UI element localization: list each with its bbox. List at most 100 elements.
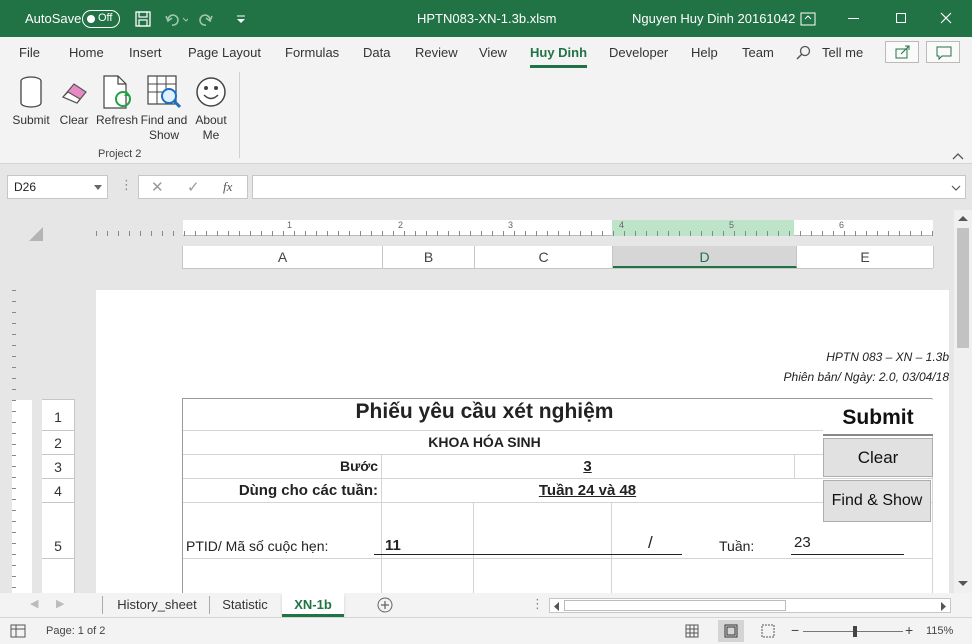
zoom-in-icon[interactable]: + bbox=[905, 622, 913, 638]
next-sheet-icon[interactable]: ▶ bbox=[56, 597, 64, 610]
weeks-label: Dùng cho các tuần: bbox=[238, 482, 378, 499]
vertical-scrollbar[interactable] bbox=[954, 210, 972, 593]
autosave-toggle[interactable]: Off bbox=[82, 10, 120, 28]
name-box[interactable]: D26 bbox=[7, 175, 108, 199]
ribbon-display-icon[interactable] bbox=[800, 11, 816, 27]
tell-me-search[interactable]: Tell me bbox=[822, 45, 863, 60]
tab-team[interactable]: Team bbox=[742, 45, 774, 60]
normal-view-icon[interactable] bbox=[685, 624, 699, 638]
scroll-left-icon[interactable] bbox=[553, 602, 560, 611]
row-header-5[interactable]: 5 bbox=[42, 503, 74, 559]
row-header-4[interactable]: 4 bbox=[42, 479, 74, 503]
add-sheet-icon[interactable] bbox=[377, 597, 393, 613]
comments-button[interactable] bbox=[926, 41, 960, 63]
horizontal-scrollbar[interactable] bbox=[549, 598, 951, 613]
department: KHOA HÓA SINH bbox=[428, 434, 541, 450]
zoom-level[interactable]: 115% bbox=[926, 625, 953, 637]
ribbon-find-show-button[interactable]: Find and Show bbox=[140, 74, 188, 143]
horizontal-scroll-thumb[interactable] bbox=[564, 600, 786, 611]
column-header-b[interactable]: B bbox=[383, 246, 475, 268]
customize-qat-icon[interactable] bbox=[236, 14, 246, 24]
chevron-down-icon[interactable] bbox=[94, 185, 102, 191]
redo-icon[interactable] bbox=[198, 11, 222, 27]
vertical-scroll-thumb[interactable] bbox=[957, 228, 969, 348]
ruler-ticks bbox=[96, 231, 933, 236]
ribbon-submit-button[interactable]: Submit bbox=[8, 74, 54, 128]
row-headers: 1 2 3 4 5 bbox=[42, 399, 75, 593]
week-value[interactable]: 23 bbox=[794, 534, 811, 551]
weeks-value[interactable]: Tuần 24 và 48 bbox=[381, 482, 794, 499]
column-header-c[interactable]: C bbox=[475, 246, 613, 268]
row-header-1[interactable]: 1 bbox=[42, 400, 74, 431]
ribbon-refresh-button[interactable]: Refresh bbox=[96, 74, 138, 128]
tab-split-dots[interactable]: ⋮ bbox=[531, 596, 544, 612]
save-icon[interactable] bbox=[135, 11, 151, 27]
ruler-number: 5 bbox=[729, 220, 735, 230]
page-layout-view-icon bbox=[724, 624, 738, 638]
zoom-slider-thumb[interactable] bbox=[853, 626, 857, 637]
minimize-icon[interactable] bbox=[848, 18, 859, 19]
tab-developer[interactable]: Developer bbox=[609, 45, 668, 60]
insert-function-icon[interactable]: fx bbox=[223, 179, 232, 195]
prev-sheet-icon[interactable]: ◀ bbox=[30, 597, 38, 610]
close-icon[interactable] bbox=[940, 12, 952, 24]
tab-review[interactable]: Review bbox=[415, 45, 458, 60]
zoom-out-icon[interactable]: − bbox=[791, 622, 799, 638]
ruler-number: 6 bbox=[839, 220, 845, 230]
collapse-ribbon-icon[interactable] bbox=[952, 152, 964, 160]
undo-icon[interactable] bbox=[164, 11, 188, 27]
scroll-up-icon[interactable] bbox=[958, 215, 968, 222]
page-indicator: Page: 1 of 2 bbox=[46, 625, 106, 637]
name-box-value: D26 bbox=[14, 180, 37, 194]
sheet-submit-button[interactable]: Submit bbox=[823, 400, 933, 436]
ptid-value[interactable]: 11 bbox=[385, 537, 401, 554]
ribbon-about-label-2: Me bbox=[202, 128, 220, 142]
confirm-icon[interactable]: ✓ bbox=[187, 178, 200, 196]
tab-insert[interactable]: Insert bbox=[129, 45, 162, 60]
tab-view[interactable]: View bbox=[479, 45, 507, 60]
tab-page-layout[interactable]: Page Layout bbox=[188, 45, 261, 60]
scroll-right-icon[interactable] bbox=[940, 602, 947, 611]
sheet-find-show-button[interactable]: Find & Show bbox=[823, 480, 931, 522]
tab-file[interactable]: File bbox=[19, 45, 40, 60]
column-header-d[interactable]: D bbox=[613, 246, 797, 268]
grid-line bbox=[611, 502, 612, 593]
tab-home[interactable]: Home bbox=[69, 45, 104, 60]
select-all-corner[interactable] bbox=[28, 226, 44, 242]
row-header-2[interactable]: 2 bbox=[42, 431, 74, 455]
tab-data[interactable]: Data bbox=[363, 45, 390, 60]
refresh-document-icon bbox=[103, 75, 131, 109]
version-date: Phiên bản/ Ngày: 2.0, 03/04/18 bbox=[783, 370, 949, 384]
step-value[interactable]: 3 bbox=[381, 458, 794, 475]
expand-formula-icon[interactable] bbox=[951, 185, 961, 191]
doc-code: HPTN 083 – XN – 1.3b bbox=[826, 350, 949, 364]
cancel-icon[interactable]: ✕ bbox=[151, 178, 164, 196]
sheet-clear-button[interactable]: Clear bbox=[823, 438, 933, 477]
share-button[interactable] bbox=[885, 41, 919, 63]
ruler-number: 1 bbox=[287, 220, 293, 230]
ribbon-submit-label: Submit bbox=[12, 113, 50, 127]
page-break-view-icon[interactable] bbox=[761, 624, 775, 638]
scroll-down-icon[interactable] bbox=[958, 580, 968, 587]
sheet-tab-history[interactable]: History_sheet bbox=[106, 593, 208, 617]
ribbon-about-button[interactable]: About Me bbox=[190, 74, 232, 143]
sheet-tab-xn1b[interactable]: XN-1b bbox=[282, 593, 344, 617]
lightbulb-search-icon[interactable] bbox=[796, 45, 811, 60]
maximize-icon[interactable] bbox=[896, 13, 906, 23]
formula-input[interactable] bbox=[252, 175, 966, 199]
page-layout-view-button[interactable] bbox=[718, 620, 744, 642]
column-header-e[interactable]: E bbox=[797, 246, 934, 268]
row-header-3[interactable]: 3 bbox=[42, 455, 74, 479]
sheet-tab-statistic[interactable]: Statistic bbox=[212, 593, 278, 617]
ruler-number: 4 bbox=[619, 220, 625, 230]
column-header-a[interactable]: A bbox=[183, 246, 383, 268]
tab-help[interactable]: Help bbox=[691, 45, 718, 60]
grid-line bbox=[182, 398, 933, 399]
autosave-state: Off bbox=[98, 12, 113, 24]
tab-huy-dinh[interactable]: Huy Dinh bbox=[530, 45, 587, 60]
tab-formulas[interactable]: Formulas bbox=[285, 45, 339, 60]
grid-line bbox=[182, 502, 933, 503]
ribbon-clear-button[interactable]: Clear bbox=[56, 74, 92, 128]
database-icon bbox=[20, 76, 42, 108]
formula-buttons: ✕ ✓ fx bbox=[138, 175, 248, 199]
